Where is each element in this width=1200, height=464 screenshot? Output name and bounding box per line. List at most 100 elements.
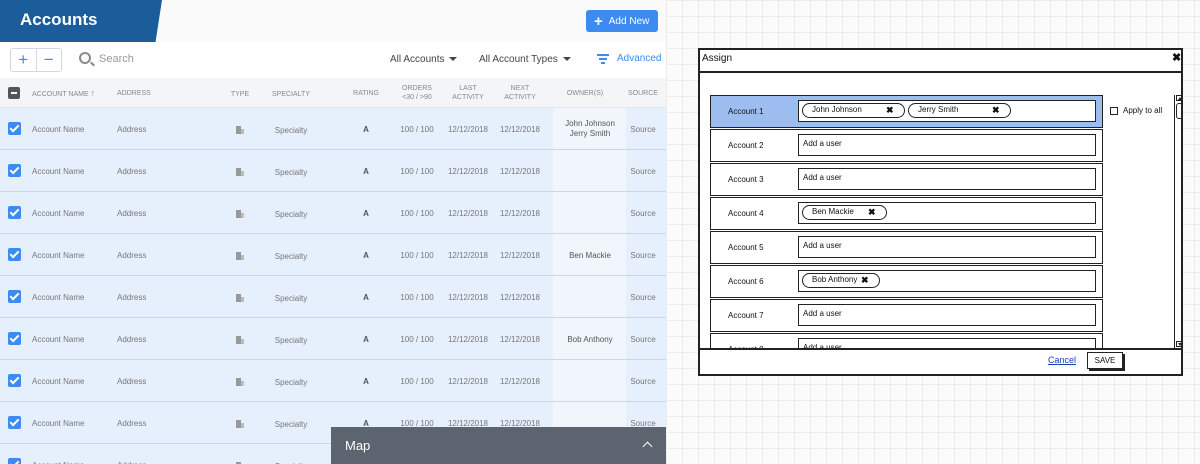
account-name-cell[interactable]: Account Name	[32, 209, 84, 218]
user-input-box[interactable]: Add a user	[798, 168, 1096, 190]
table-row[interactable]: Account Name Address Specialty A 100 / 100 12…	[0, 192, 666, 234]
apply-to-all-checkbox[interactable]: Apply to all	[1110, 106, 1162, 115]
collapse-button[interactable]: −	[35, 49, 62, 71]
add-user-placeholder: Add a user	[803, 241, 842, 250]
vertical-scrollbar[interactable]	[1174, 95, 1183, 349]
remove-user-icon[interactable]: ✖	[861, 274, 869, 286]
row-checkbox[interactable]	[8, 458, 21, 464]
source-cell: Source	[630, 167, 656, 176]
column-header-specialty[interactable]: Specialty	[265, 90, 317, 99]
building-icon	[236, 378, 244, 386]
account-name-cell[interactable]: Account Name	[32, 125, 84, 134]
remove-user-icon[interactable]: ✖	[992, 104, 1000, 116]
close-icon[interactable]: ✖	[1172, 51, 1181, 64]
address-cell: Address	[117, 377, 147, 386]
assign-account-row[interactable]: Account 3 Add a user	[710, 163, 1103, 196]
last-activity-cell: 12/12/2018	[447, 377, 489, 386]
map-label: Map	[345, 438, 371, 453]
table-row[interactable]: Account Name Address Specialty A 100 / 100 12…	[0, 318, 666, 360]
last-activity-cell: 12/12/2018	[447, 335, 489, 344]
footer-divider	[700, 348, 1181, 350]
column-label: Activity	[504, 94, 536, 101]
owners-cell[interactable]: Ben Mackie	[555, 251, 625, 261]
account-label: Account 6	[728, 277, 764, 286]
row-checkbox[interactable]	[8, 290, 21, 303]
column-header-type[interactable]: Type	[227, 90, 253, 99]
remove-user-icon[interactable]: ✖	[868, 206, 876, 218]
column-header-next-activity[interactable]: Next Activity	[498, 84, 542, 102]
scroll-down-arrow-icon[interactable]	[1176, 341, 1183, 347]
user-input-box[interactable]: Add a user	[798, 236, 1096, 258]
owner-name: Bob Anthony	[567, 335, 613, 344]
save-button[interactable]: SAVE	[1087, 352, 1123, 369]
rating-cell: A	[363, 293, 369, 302]
map-panel-bar[interactable]: Map	[331, 427, 666, 464]
owner-cell-bg	[553, 192, 626, 233]
assign-account-row[interactable]: Account 5 Add a user	[710, 231, 1103, 264]
remove-user-icon[interactable]: ✖	[886, 104, 894, 116]
user-input-box[interactable]: Bob Anthony ✖	[798, 270, 1096, 292]
expand-button[interactable]: +	[11, 49, 36, 71]
row-checkbox[interactable]	[8, 332, 21, 345]
column-header-source[interactable]: Source	[624, 89, 662, 98]
orders-cell: 100 / 100	[400, 335, 434, 344]
assign-account-row[interactable]: Account 2 Add a user	[710, 129, 1103, 162]
table-row[interactable]: Account Name Address Specialty A 100 / 100 12…	[0, 150, 666, 192]
column-header-account-name[interactable]: Account Name ↑	[32, 89, 95, 99]
column-label: Next	[510, 85, 530, 92]
add-new-label: Add New	[608, 15, 650, 27]
title-divider	[700, 71, 1181, 73]
table-row[interactable]: Account Name Address Specialty A 100 / 100 12…	[0, 360, 666, 402]
account-name-cell[interactable]: Account Name	[32, 419, 84, 428]
all-accounts-dropdown[interactable]: All Accounts	[390, 54, 458, 65]
row-checkbox[interactable]	[8, 374, 21, 387]
user-input-box[interactable]: Add a user	[798, 338, 1096, 348]
account-name-cell[interactable]: Account Name	[32, 167, 84, 176]
cancel-link[interactable]: Cancel	[1048, 355, 1076, 365]
assign-account-row[interactable]: Account 4 Ben Mackie ✖	[710, 197, 1103, 230]
account-name-cell[interactable]: Account Name	[32, 335, 84, 344]
building-icon	[236, 252, 244, 260]
row-checkbox[interactable]	[8, 164, 21, 177]
building-icon	[236, 336, 244, 344]
assign-account-row[interactable]: Account 7 Add a user	[710, 299, 1103, 332]
source-cell: Source	[630, 209, 656, 218]
add-new-button[interactable]: + Add New	[586, 10, 658, 32]
scroll-thumb[interactable]	[1176, 103, 1183, 119]
row-checkbox[interactable]	[8, 416, 21, 429]
account-types-dropdown[interactable]: All Account Types	[479, 54, 571, 65]
building-icon	[236, 294, 244, 302]
column-header-last-activity[interactable]: Last Activity	[446, 84, 490, 102]
select-all-checkbox[interactable]	[8, 87, 20, 99]
orders-cell: 100 / 100	[400, 167, 434, 176]
table-row[interactable]: Account Name Address Specialty A 100 / 100 12…	[0, 234, 666, 276]
user-input-box[interactable]: Add a user	[798, 134, 1096, 156]
column-header-rating[interactable]: Rating	[348, 89, 384, 98]
account-name-cell[interactable]: Account Name	[32, 293, 84, 302]
column-header-orders[interactable]: Orders <30 / >90	[394, 84, 440, 102]
user-input-box[interactable]: John Johnson ✖ Jerry Smith ✖	[798, 100, 1096, 122]
account-name-cell[interactable]: Account Name	[32, 251, 84, 260]
search-input[interactable]: Search	[99, 53, 134, 65]
specialty-cell: Specialty	[274, 126, 308, 135]
checkbox-box	[1110, 106, 1118, 115]
next-activity-cell: 12/12/2018	[499, 377, 541, 386]
row-checkbox[interactable]	[8, 248, 21, 261]
row-checkbox[interactable]	[8, 122, 21, 135]
table-row[interactable]: Account Name Address Specialty A 100 / 100 12…	[0, 276, 666, 318]
user-input-box[interactable]: Ben Mackie ✖	[798, 202, 1096, 224]
scroll-up-arrow-icon[interactable]	[1176, 95, 1183, 101]
table-row[interactable]: Account Name Address Specialty A 100 / 100 12…	[0, 108, 666, 150]
rating-cell: A	[363, 251, 369, 260]
owners-cell[interactable]: John Johnson Jerry Smith	[555, 119, 625, 139]
assign-account-row[interactable]: Account 1 John Johnson ✖ Jerry Smith ✖	[710, 95, 1103, 128]
assign-account-row[interactable]: Account 6 Bob Anthony ✖	[710, 265, 1103, 298]
column-header-address[interactable]: Address	[117, 89, 151, 98]
row-checkbox[interactable]	[8, 206, 21, 219]
user-input-box[interactable]: Add a user	[798, 304, 1096, 326]
owners-cell[interactable]: Bob Anthony	[555, 335, 625, 345]
assign-account-row[interactable]: Account 8Add a user	[710, 333, 1103, 348]
advanced-filter-button[interactable]: Advanced	[597, 53, 661, 64]
account-name-cell[interactable]: Account Name	[32, 377, 84, 386]
column-header-owners[interactable]: Owner(s)	[557, 89, 613, 98]
